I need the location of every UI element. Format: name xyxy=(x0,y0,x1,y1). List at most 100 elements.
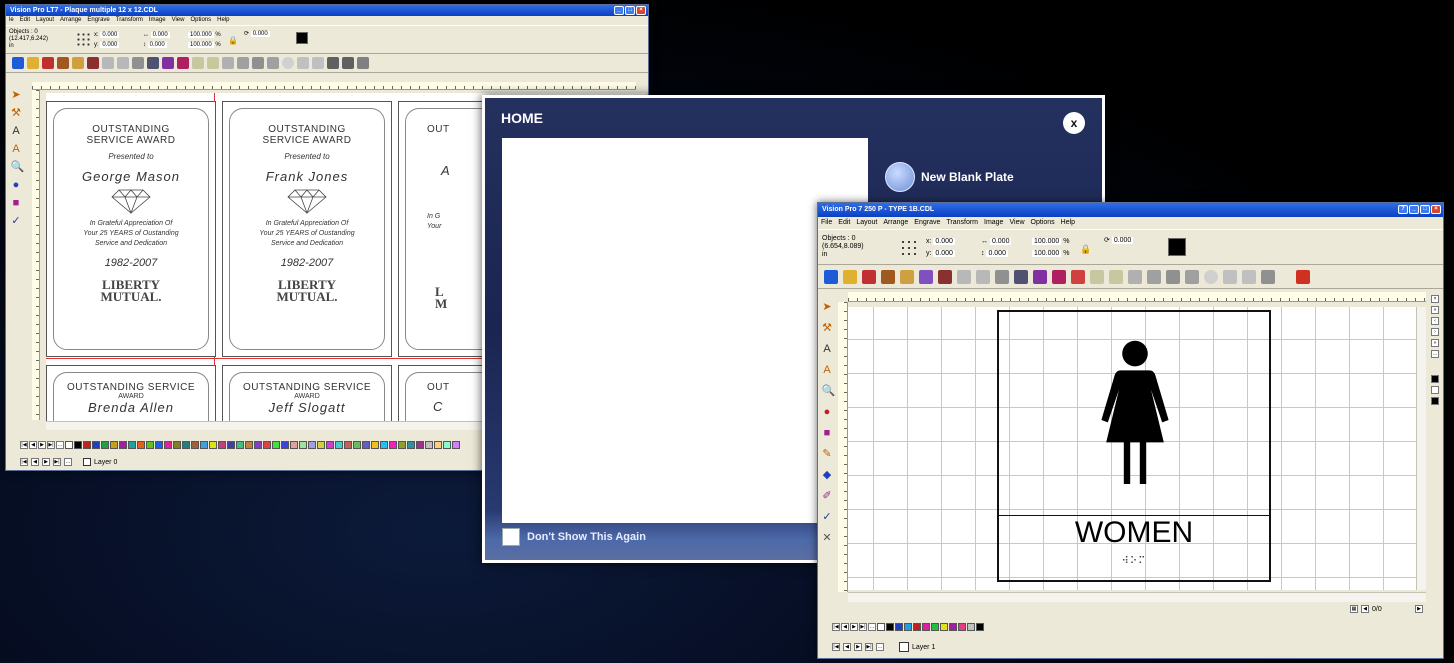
plaque-card[interactable]: OUTSTANDING SERVICE AWARD Presented to F… xyxy=(222,101,392,357)
fill-tool-icon[interactable]: ■ xyxy=(822,427,833,440)
redo-icon[interactable] xyxy=(117,57,129,69)
zoom-tool-icon[interactable]: 🔍 xyxy=(11,161,25,174)
page-icon[interactable]: ▦ xyxy=(1350,605,1358,613)
layer-name[interactable]: Layer 1 xyxy=(912,644,935,651)
help-button[interactable]: ? xyxy=(1398,205,1408,214)
menu-layout[interactable]: Layout xyxy=(856,217,877,229)
menu-help[interactable]: Help xyxy=(1061,217,1075,229)
maximize-button[interactable]: □ xyxy=(625,6,635,15)
color-swatch[interactable] xyxy=(110,441,118,449)
circle-icon[interactable] xyxy=(1204,269,1218,284)
cut-icon[interactable] xyxy=(132,57,144,69)
layer-first-button[interactable]: |◀ xyxy=(832,643,840,651)
plaque-card[interactable]: OUTSTANDING SERVICE AWARD Brenda Allen xyxy=(46,365,216,421)
color-swatch[interactable] xyxy=(1431,375,1439,383)
distort-icon[interactable] xyxy=(1242,269,1256,284)
height-field[interactable]: 0.000 xyxy=(147,42,167,48)
engrave-icon[interactable] xyxy=(938,269,952,284)
pen-icon[interactable] xyxy=(919,269,933,284)
color-swatch[interactable] xyxy=(949,623,957,631)
color-swatch[interactable] xyxy=(913,623,921,631)
color-swatch[interactable] xyxy=(254,441,262,449)
lock-icon[interactable]: 🔒 xyxy=(1080,244,1091,255)
menu-image[interactable]: Image xyxy=(149,16,166,25)
layer-visibility-checkbox[interactable] xyxy=(83,458,91,466)
toolpath-icon[interactable] xyxy=(1261,269,1275,284)
text-ab-icon[interactable] xyxy=(1223,269,1237,284)
eraser-tool-icon[interactable]: ✕ xyxy=(822,532,833,545)
library-icon[interactable] xyxy=(162,57,174,69)
menu-file[interactable]: le xyxy=(9,16,14,25)
color-swatch[interactable] xyxy=(389,441,397,449)
menu-options[interactable]: Options xyxy=(1031,217,1055,229)
eraser-icon[interactable] xyxy=(357,57,369,69)
color-swatch[interactable] xyxy=(335,441,343,449)
scroll-more-button[interactable]: … xyxy=(1431,350,1439,358)
save-icon[interactable] xyxy=(862,269,876,284)
layer-visibility-checkbox[interactable] xyxy=(899,642,909,652)
template-icon[interactable] xyxy=(177,57,189,69)
menu-engrave[interactable]: Engrave xyxy=(87,16,109,25)
group-icon[interactable] xyxy=(222,57,234,69)
text-path-tool-icon[interactable]: A xyxy=(822,364,833,377)
layer-more-button[interactable]: … xyxy=(64,458,72,466)
scroll-next-button[interactable]: › xyxy=(1431,328,1439,336)
align-icon[interactable] xyxy=(237,57,249,69)
color-swatch[interactable] xyxy=(407,441,415,449)
lock-icon[interactable]: 🔒 xyxy=(228,36,238,45)
redo-icon[interactable] xyxy=(976,269,990,284)
scale-y-field[interactable]: 100.000 xyxy=(1032,250,1062,257)
text-fit-icon[interactable] xyxy=(267,57,279,69)
undo-icon[interactable] xyxy=(957,269,971,284)
color-swatch[interactable] xyxy=(1431,386,1439,394)
brush-tool-icon[interactable]: ✐ xyxy=(822,490,833,503)
color-swatch[interactable] xyxy=(245,441,253,449)
node-tool-icon[interactable]: ⚒ xyxy=(11,107,22,120)
color-swatch[interactable] xyxy=(958,623,966,631)
minimize-button[interactable]: _ xyxy=(1409,205,1419,214)
menu-image[interactable]: Image xyxy=(984,217,1003,229)
cut-icon[interactable] xyxy=(995,269,1009,284)
close-button[interactable]: × xyxy=(1431,205,1441,214)
color-swatch[interactable] xyxy=(940,623,948,631)
shape-tool-icon[interactable]: ● xyxy=(822,406,833,419)
layer-last-button[interactable]: ▶| xyxy=(865,643,873,651)
color-swatch[interactable] xyxy=(380,441,388,449)
color-swatch[interactable] xyxy=(65,441,73,449)
dont-show-checkbox[interactable] xyxy=(502,528,520,546)
template-preview-pane[interactable] xyxy=(502,138,868,523)
color-swatch[interactable] xyxy=(173,441,181,449)
open-folder-icon[interactable] xyxy=(27,57,39,69)
menu-file[interactable]: File xyxy=(821,217,832,229)
fill-tool-icon[interactable]: ■ xyxy=(11,197,22,210)
color-swatch[interactable] xyxy=(371,441,379,449)
node-icon[interactable] xyxy=(1090,269,1104,284)
height-field[interactable]: 0.000 xyxy=(986,250,1008,257)
page-next-button[interactable]: ▶ xyxy=(1415,605,1423,613)
new-file-icon[interactable] xyxy=(12,57,24,69)
color-swatch[interactable] xyxy=(191,441,199,449)
layer-last-button[interactable]: ▶| xyxy=(53,458,61,466)
color-swatch[interactable] xyxy=(209,441,217,449)
palette-next-button[interactable]: ▶ xyxy=(850,623,858,631)
color-swatch[interactable] xyxy=(128,441,136,449)
text-tool-icon[interactable]: A xyxy=(822,343,833,356)
text-ab-icon[interactable] xyxy=(297,57,309,69)
text-fit-icon[interactable] xyxy=(1185,269,1199,284)
layer-name[interactable]: Layer 0 xyxy=(94,459,117,466)
scroll-last-button[interactable]: » xyxy=(1431,339,1439,347)
zoom-tool-icon[interactable]: 🔍 xyxy=(822,385,836,398)
open-folder-icon[interactable] xyxy=(843,269,857,284)
new-blank-plate-button[interactable]: New Blank Plate xyxy=(885,162,1014,192)
shape-tool-icon[interactable]: ● xyxy=(11,179,22,192)
color-swatch[interactable] xyxy=(290,441,298,449)
scroll-first-button[interactable]: « xyxy=(1431,306,1439,314)
color-swatch[interactable] xyxy=(931,623,939,631)
color-swatch[interactable] xyxy=(434,441,442,449)
palette-last-button[interactable]: ▶| xyxy=(47,441,55,449)
menu-edit[interactable]: Edit xyxy=(20,16,30,25)
color-swatch[interactable] xyxy=(263,441,271,449)
pointer-tool-icon[interactable]: ➤ xyxy=(11,89,22,102)
plaque-card[interactable]: OUTSTANDING SERVICE AWARD Presented to G… xyxy=(46,101,216,357)
layer-more-button[interactable]: … xyxy=(876,643,884,651)
